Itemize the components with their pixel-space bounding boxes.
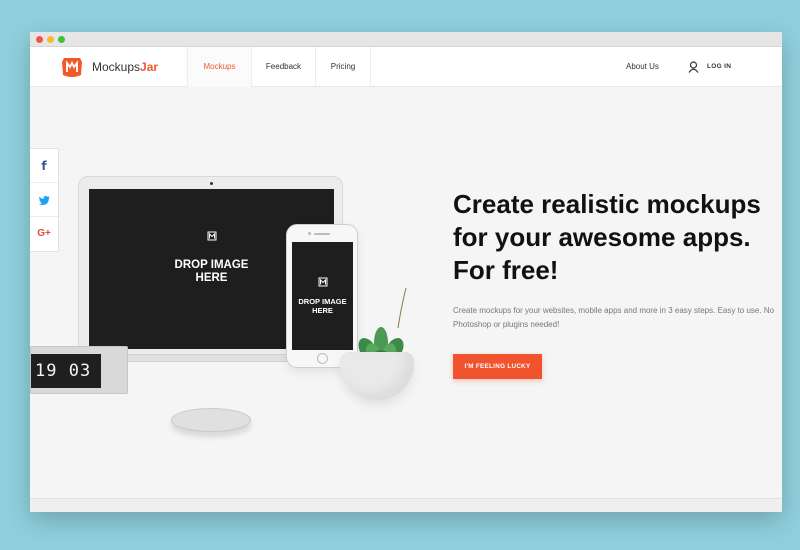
phone-drop-line1: DROP IMAGE	[298, 297, 347, 306]
maximize-window-dot[interactable]	[58, 36, 65, 43]
headline-line-1: Create realistic mockups	[453, 189, 761, 219]
close-window-dot[interactable]	[36, 36, 43, 43]
browser-window: MockupsJar Mockups Feedback Pricing Abou…	[30, 32, 782, 512]
phone-drop-label: DROP IMAGE HERE	[292, 297, 353, 315]
laptop-camera	[210, 182, 213, 185]
phone-drop-zone[interactable]: DROP IMAGE HERE	[292, 242, 353, 350]
user-icon[interactable]	[688, 61, 699, 73]
login-link[interactable]: LOG IN	[707, 47, 731, 87]
phone-speaker	[314, 233, 330, 235]
phone-drop-line2: HERE	[312, 306, 333, 315]
mockupsjar-logo-icon[interactable]	[60, 55, 84, 79]
tab-feedback[interactable]: Feedback	[251, 47, 315, 87]
brand-prefix: Mockups	[92, 60, 141, 74]
top-navbar: MockupsJar Mockups Feedback Pricing Abou…	[30, 47, 782, 87]
phone-camera	[308, 232, 311, 235]
brand-accent: Jar	[140, 60, 159, 74]
hero-subtext: Create mockups for your websites, mobile…	[453, 306, 775, 329]
flip-clock: 19 03	[30, 346, 128, 394]
twitter-icon[interactable]	[30, 183, 58, 217]
tab-pricing[interactable]: Pricing	[315, 47, 371, 87]
hero-headline: Create realistic mockups for your awesom…	[453, 188, 779, 287]
twitter-bird-icon	[38, 196, 50, 206]
about-us-link[interactable]: About Us	[626, 47, 659, 87]
headline-line-2: for your awesome apps.	[453, 222, 751, 252]
mockupsjar-mark-icon	[318, 277, 328, 287]
tab-mockups[interactable]: Mockups	[187, 47, 251, 87]
minimize-window-dot[interactable]	[47, 36, 54, 43]
browser-chrome	[30, 32, 782, 47]
headline-line-3: For free!	[453, 255, 559, 285]
feeling-lucky-button[interactable]: I'M FEELING LUCKY	[453, 354, 542, 379]
footer-band	[30, 498, 782, 512]
mockupsjar-mark-icon	[207, 231, 217, 241]
mouse-device	[171, 408, 251, 432]
social-share-bar: f G+	[30, 148, 59, 252]
brand-name[interactable]: MockupsJar	[92, 60, 158, 74]
phone-home-button	[317, 353, 328, 364]
clock-time: 19 03	[31, 354, 101, 388]
google-plus-icon[interactable]: G+	[30, 217, 58, 251]
facebook-icon[interactable]: f	[30, 149, 58, 183]
